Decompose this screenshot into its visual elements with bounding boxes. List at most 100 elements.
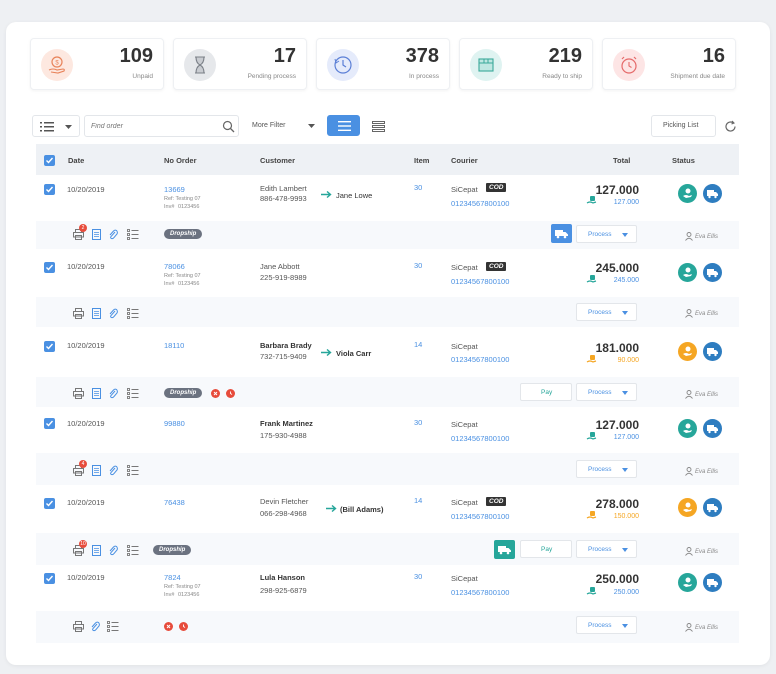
caret-down-icon	[622, 468, 628, 472]
col-customer[interactable]: Customer	[260, 156, 295, 165]
notes-icon[interactable]	[92, 229, 101, 240]
pay-button[interactable]: Pay	[520, 383, 572, 401]
order-number[interactable]: 18110	[164, 341, 184, 350]
shipping-status-icon[interactable]	[703, 184, 722, 203]
attachment-icon[interactable]	[108, 229, 118, 240]
list-view-dropdown[interactable]	[32, 115, 80, 137]
awb-number[interactable]: 01234567800100	[451, 199, 509, 208]
truck-button[interactable]	[551, 224, 572, 243]
payment-status-icon[interactable]	[678, 342, 697, 361]
notes-icon[interactable]	[92, 388, 101, 399]
row-checkbox[interactable]	[44, 498, 55, 509]
shipping-status-icon[interactable]	[703, 342, 722, 361]
item-count: 14	[414, 496, 423, 505]
overdue-clock-icon[interactable]	[179, 622, 188, 631]
order-number[interactable]: 13669	[164, 185, 185, 194]
truck-button[interactable]	[494, 540, 515, 559]
customer-phone: 175-930-4988	[260, 431, 307, 440]
checklist-icon[interactable]	[127, 388, 139, 399]
order-number[interactable]: 99880	[164, 419, 185, 428]
customer-phone: 298-925-6879	[260, 586, 307, 595]
stat-pending[interactable]: 17 Pending process	[173, 38, 307, 90]
more-filter-dropdown[interactable]: More Filter	[246, 115, 322, 137]
stat-label: Pending process	[247, 73, 296, 80]
notes-icon[interactable]	[92, 308, 101, 319]
payment-status-icon[interactable]	[678, 263, 697, 282]
row-checkbox[interactable]	[44, 262, 55, 273]
attachment-icon[interactable]	[108, 308, 118, 319]
col-status[interactable]: Status	[672, 156, 695, 165]
awb-number[interactable]: 01234567800100	[451, 588, 509, 597]
col-order[interactable]: No Order	[164, 156, 197, 165]
shipping-status-icon[interactable]	[703, 573, 722, 592]
stat-unpaid[interactable]: $ 109 Unpaid	[30, 38, 164, 90]
awb-number[interactable]: 01234567800100	[451, 434, 509, 443]
col-item[interactable]: Item	[414, 156, 429, 165]
process-dropdown[interactable]: Process	[576, 383, 637, 401]
print-icon[interactable]	[73, 388, 84, 399]
customer-name: Devin Fletcher	[260, 497, 309, 506]
process-dropdown[interactable]: Process	[576, 616, 637, 634]
cancel-icon[interactable]	[164, 622, 173, 631]
awb-number[interactable]: 01234567800100	[451, 355, 509, 364]
item-count: 30	[414, 261, 423, 270]
col-courier[interactable]: Courier	[451, 156, 478, 165]
row-checkbox[interactable]	[44, 418, 55, 429]
cancel-icon[interactable]	[211, 389, 220, 398]
picking-list-button[interactable]: Picking List	[651, 115, 716, 137]
order-number[interactable]: 78066	[164, 262, 185, 271]
col-date[interactable]: Date	[68, 156, 84, 165]
table-row: 10/20/2019 99880 Frank Martinez 175-930-…	[36, 411, 739, 489]
inv-number[interactable]: 0123456	[178, 281, 199, 287]
checklist-icon[interactable]	[107, 621, 119, 632]
attachment-icon[interactable]	[108, 388, 118, 399]
stat-ready[interactable]: 219 Ready to ship	[459, 38, 593, 90]
payment-status-icon[interactable]	[678, 498, 697, 517]
order-number[interactable]: 76438	[164, 498, 185, 507]
payment-status-icon[interactable]	[678, 573, 697, 592]
list-view-toggle[interactable]	[327, 115, 360, 136]
checklist-icon[interactable]	[127, 229, 139, 240]
overdue-clock-icon[interactable]	[226, 389, 235, 398]
order-number[interactable]: 7824	[164, 573, 181, 582]
refresh-icon[interactable]	[724, 120, 737, 133]
notes-icon[interactable]	[92, 465, 101, 476]
order-total: 181.000	[595, 341, 639, 355]
pay-button[interactable]: Pay	[520, 540, 572, 558]
awb-number[interactable]: 01234567800100	[451, 512, 509, 521]
payment-status-icon[interactable]	[678, 184, 697, 203]
process-dropdown[interactable]: Process	[576, 460, 637, 478]
stat-due[interactable]: 16 Shipment due date	[602, 38, 736, 90]
checklist-icon[interactable]	[127, 545, 139, 556]
inv-number[interactable]: 0123456	[178, 592, 199, 598]
payment-status-icon[interactable]	[678, 419, 697, 438]
attachment-icon[interactable]	[90, 621, 100, 632]
notes-icon[interactable]	[92, 545, 101, 556]
process-dropdown[interactable]: Process	[576, 225, 637, 243]
search-icon[interactable]	[222, 120, 235, 133]
col-total[interactable]: Total	[613, 156, 630, 165]
row-checkbox[interactable]	[44, 184, 55, 195]
print-icon[interactable]	[73, 621, 84, 632]
checklist-icon[interactable]	[127, 465, 139, 476]
inv-number[interactable]: 0123456	[178, 204, 199, 210]
shipping-status-icon[interactable]	[703, 263, 722, 282]
process-label: Process	[588, 466, 612, 473]
attachment-icon[interactable]	[108, 545, 118, 556]
checklist-icon[interactable]	[127, 308, 139, 319]
compact-view-icon[interactable]	[372, 121, 385, 132]
stat-in-process[interactable]: 378 In process	[316, 38, 450, 90]
attachment-icon[interactable]	[108, 465, 118, 476]
process-dropdown[interactable]: Process	[576, 303, 637, 321]
select-all-checkbox[interactable]	[44, 155, 55, 166]
print-icon[interactable]	[73, 308, 84, 319]
awb-number[interactable]: 01234567800100	[451, 277, 509, 286]
search-input[interactable]	[91, 119, 211, 133]
cod-badge: COD	[486, 497, 507, 506]
shipping-status-icon[interactable]	[703, 498, 722, 517]
row-checkbox[interactable]	[44, 573, 55, 584]
row-checkbox[interactable]	[44, 341, 55, 352]
process-dropdown[interactable]: Process	[576, 540, 637, 558]
search-box[interactable]	[84, 115, 239, 137]
shipping-status-icon[interactable]	[703, 419, 722, 438]
